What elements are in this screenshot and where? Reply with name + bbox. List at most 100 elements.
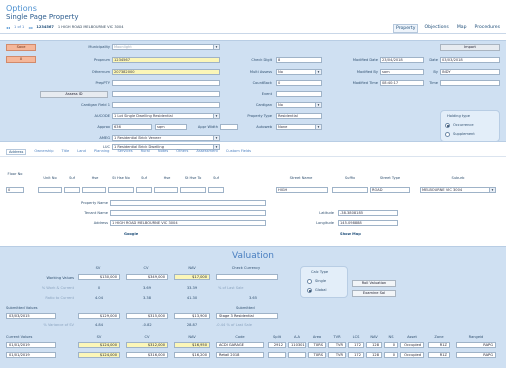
row-cv[interactable]: $312,000 [126, 342, 168, 348]
submitted-cv[interactable]: $315,000 [126, 313, 168, 319]
street-type-field[interactable]: ROAD [370, 187, 410, 193]
row-tvr[interactable]: TVR [328, 352, 346, 358]
tab-assessment[interactable]: Assessment [196, 149, 218, 155]
row-aa[interactable] [288, 352, 306, 358]
row-nav2[interactable]: 128 [366, 342, 382, 348]
assess-id-field[interactable] [112, 91, 220, 97]
calc-single-radio[interactable] [307, 279, 312, 284]
table-row[interactable]: 01/01/2019 $124,000 $312,000 $16,950 ACD… [0, 342, 506, 349]
property-type-field[interactable]: Residential [276, 113, 322, 119]
row-zone[interactable]: R1Z [428, 342, 450, 348]
submitted-nav[interactable]: $13,900 [174, 313, 210, 319]
tab-land[interactable]: Land [77, 149, 86, 155]
cardigan-select[interactable]: No [276, 102, 322, 108]
cardigan-field-input[interactable] [112, 102, 220, 108]
row-ns[interactable]: 0 [384, 352, 398, 358]
supplement-radio[interactable] [445, 132, 450, 137]
check-digit-field[interactable]: 8 [276, 57, 322, 63]
row-lcs[interactable]: 172 [348, 342, 364, 348]
st-hse-no-field[interactable] [108, 187, 134, 193]
modified-time-field[interactable]: 08:40:17 [380, 80, 424, 86]
tab-rural[interactable]: Rural [141, 149, 150, 155]
address-field[interactable]: 1 HIGH ROAD MELBOURNE VIC 3004 [110, 220, 266, 226]
hse2-field[interactable] [154, 187, 178, 193]
examine-sale-button[interactable]: Examine Sal [352, 290, 396, 297]
row-nav2[interactable]: 128 [366, 352, 382, 358]
countback-field[interactable]: 0 [276, 80, 322, 86]
row-code[interactable]: Retail 2018 [216, 352, 264, 358]
preprty-field[interactable] [112, 80, 220, 86]
check-currency-field[interactable] [216, 274, 278, 280]
row-cv[interactable]: $316,000 [126, 352, 168, 358]
longitude-field[interactable]: 145.098888 [338, 220, 398, 226]
multi-assess-select[interactable]: No [276, 69, 322, 75]
suburb-select[interactable]: MELBOURNE VIC 3004 [420, 187, 496, 193]
row-code[interactable]: ACDI GARAGE [216, 342, 264, 348]
property-name-field[interactable] [110, 200, 266, 206]
suf1-field[interactable] [64, 187, 80, 193]
tab-others[interactable]: Others [176, 149, 188, 155]
working-sv[interactable]: $130,000 [78, 274, 120, 280]
first-record-button[interactable]: ◂◂ [6, 25, 10, 30]
row-rangeid[interactable]: RAPG [456, 342, 496, 348]
row-tvr[interactable]: TVR [328, 342, 346, 348]
municipality-select[interactable]: Moonlight [112, 44, 220, 50]
propnum-field[interactable]: 1234567 [112, 57, 220, 63]
tab-title[interactable]: Title [61, 149, 69, 155]
date-field[interactable]: 03/03/2018 [440, 57, 500, 63]
approx-unit-field[interactable]: sqm [155, 124, 187, 130]
row-sv[interactable]: $124,000 [78, 352, 120, 358]
table-row[interactable]: 01/01/2019 $124,000 $316,000 $16,200 Ret… [0, 352, 506, 359]
street-name-field[interactable]: HIGH [276, 187, 328, 193]
row-date[interactable]: 01/01/2019 [6, 342, 56, 348]
tab-property[interactable]: Property [393, 24, 419, 33]
aucode-select[interactable]: 1 Lot Single Dwelling Residential [112, 113, 220, 119]
ameg-select[interactable]: 1 Residential Brick Veneer [112, 135, 220, 141]
calc-global-radio[interactable] [307, 288, 312, 293]
othernum-field[interactable]: 207382000 [112, 69, 220, 75]
tab-objections[interactable]: Objections [422, 24, 450, 33]
import-button[interactable]: Import [440, 44, 500, 51]
row-nav[interactable]: $16,200 [174, 352, 210, 358]
tab-map[interactable]: Map [455, 24, 469, 33]
tab-ownership[interactable]: Ownership [34, 149, 53, 155]
suffix-field[interactable] [332, 187, 368, 193]
working-cv[interactable]: $349,000 [126, 274, 168, 280]
row-aa[interactable]: 1103011 [288, 342, 306, 348]
prev-record-button[interactable]: ◂◂ [28, 25, 32, 30]
row-area[interactable]: TXRS [308, 342, 326, 348]
submitted-sv[interactable]: $129,000 [78, 313, 120, 319]
time-field[interactable] [440, 80, 500, 86]
row-sv[interactable]: $124,000 [78, 342, 120, 348]
google-button[interactable]: Google [124, 232, 138, 236]
working-nav[interactable]: $17,000 [174, 274, 210, 280]
submitted-date[interactable]: 03/03/2015 [6, 313, 56, 319]
save-button[interactable]: Save [6, 44, 36, 51]
modified-by-field[interactable]: sam [380, 69, 424, 75]
row-area[interactable]: TXRS [308, 352, 326, 358]
tab-address[interactable]: Address [6, 149, 27, 155]
row-ns[interactable]: 0 [384, 342, 398, 348]
submitted-stage[interactable]: Stage 3 Residential [216, 313, 278, 319]
assess-id-button[interactable]: Assess ID [40, 91, 108, 98]
occurrence-radio[interactable] [445, 123, 450, 128]
row-split[interactable] [268, 352, 286, 358]
modified-date-field[interactable]: 23/04/2018 [380, 57, 424, 63]
tab-planning[interactable]: Planning [94, 149, 109, 155]
tab-custom-fields[interactable]: Custom Fields [226, 149, 251, 155]
tab-procedures[interactable]: Procedures [473, 24, 502, 33]
cancel-button[interactable]: X [6, 56, 36, 63]
floor-field[interactable]: 0 [6, 187, 24, 193]
row-rangeid[interactable]: RAPG [456, 352, 496, 358]
row-zone[interactable]: R1Z [428, 352, 450, 358]
suf3-field[interactable] [208, 187, 224, 193]
row-nav[interactable]: $16,950 [174, 342, 210, 348]
row-lcs[interactable]: 172 [348, 352, 364, 358]
approx-field[interactable]: 636 [112, 124, 152, 130]
roll-valuation-button[interactable]: Roll Valuation [352, 280, 396, 287]
suf2-field[interactable] [136, 187, 152, 193]
row-split[interactable]: 2912 [268, 342, 286, 348]
by-field[interactable]: INDY [440, 69, 500, 75]
event-field[interactable] [276, 91, 322, 97]
latitude-field[interactable]: -38.3808185 [338, 210, 398, 216]
